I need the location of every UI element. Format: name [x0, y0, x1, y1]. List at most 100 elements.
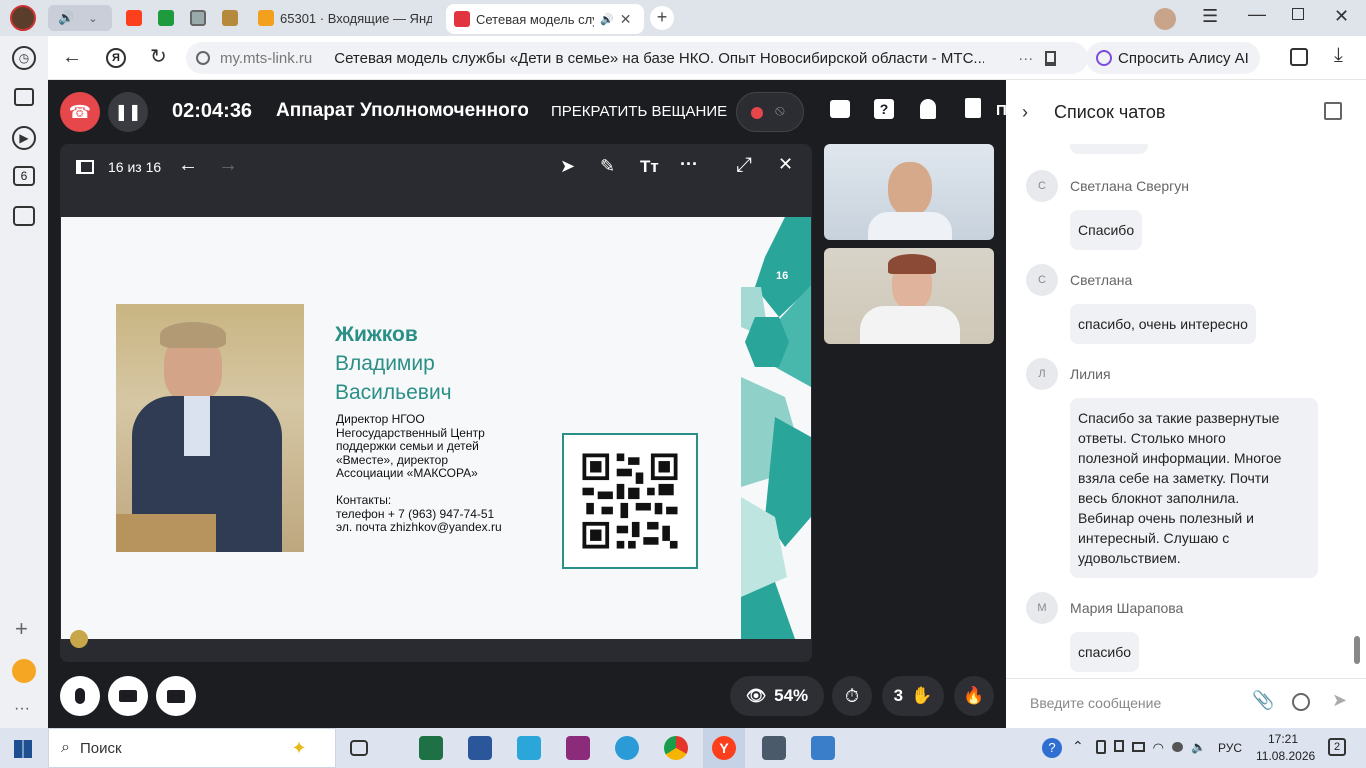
tab-pinned-2[interactable] [150, 4, 180, 32]
raised-hands[interactable]: 3 ✋ [882, 676, 944, 716]
windows-start-icon[interactable] [14, 740, 32, 758]
camera-button[interactable] [108, 676, 148, 716]
timer-button[interactable]: ⏱ [832, 676, 872, 716]
chevron-right-icon[interactable]: › [1022, 102, 1028, 123]
more-tools-icon[interactable]: ··· [680, 154, 698, 175]
more-dots-icon[interactable]: ··· [1018, 50, 1033, 67]
menu-icon[interactable]: ☰ [1202, 6, 1218, 27]
edge-icon[interactable] [615, 736, 639, 760]
reactions-button[interactable]: 🔥 [954, 676, 994, 716]
tab-audio-1[interactable]: 🔊 ⌄ [48, 5, 112, 31]
clock-date[interactable]: 11.08.2026 [1256, 749, 1315, 763]
chat-scrollbar[interactable] [1354, 636, 1360, 664]
tab-webinar[interactable]: Сетевая модель слу 🔊 ✕ [446, 4, 644, 34]
pointer-icon[interactable]: ➤ [560, 156, 575, 177]
taskbar-search[interactable]: ⌕ Поиск ✦ [48, 728, 336, 768]
tray-icons[interactable]: ◠ 🔈 [1096, 740, 1206, 756]
paperclip-icon[interactable]: 📎 [1252, 690, 1274, 711]
restore-icon[interactable] [1292, 8, 1304, 20]
ask-alisa-button[interactable]: Спросить Алису AI [1086, 42, 1260, 74]
tab-yandex[interactable] [118, 4, 148, 32]
chat-input-divider [1006, 678, 1366, 679]
notifications-button[interactable]: 2 [1328, 738, 1346, 756]
new-tab-button[interactable]: + [650, 6, 674, 30]
screen-share-button[interactable] [156, 676, 196, 716]
word-icon[interactable] [468, 736, 492, 760]
microphone-button[interactable] [60, 676, 100, 716]
send-icon[interactable]: ➤ [1332, 690, 1347, 711]
extensions-icon[interactable] [1290, 48, 1308, 66]
play-icon[interactable]: ▶ [12, 126, 36, 150]
calculator-icon[interactable] [762, 736, 786, 760]
close-slide-icon[interactable]: ✕ [778, 154, 793, 175]
prev-slide-icon[interactable]: ← [178, 154, 198, 177]
clock-time[interactable]: 17:21 [1268, 732, 1298, 746]
chrome-icon[interactable] [664, 736, 688, 760]
weather-app-icon[interactable] [517, 736, 541, 760]
video-tile-presenter-1[interactable] [824, 144, 994, 240]
archiver-icon[interactable] [566, 736, 590, 760]
close-window-icon[interactable]: ✕ [1334, 6, 1349, 27]
slide-counter: 16 из 16 [108, 159, 162, 175]
chat-header-title: Список чатов [1054, 102, 1166, 122]
webinar-top-bar: ☎ ❚❚ 02:04:36 Аппарат Уполномоченного ПР… [48, 80, 1007, 144]
chat-icon[interactable] [830, 100, 850, 118]
back-icon[interactable]: ← [62, 46, 82, 69]
tab-mail[interactable]: 65301 · Входящие — Янде [250, 4, 440, 32]
mail-panel-icon[interactable] [12, 659, 36, 683]
download-icon[interactable]: ⤓ [1334, 44, 1343, 67]
collections-icon[interactable] [14, 88, 34, 106]
tab-pinned-3[interactable] [182, 4, 212, 32]
message-text: интересный. Слушаю с [1078, 530, 1230, 546]
record-toggle[interactable]: ⦸ [736, 92, 804, 132]
yandex-y-icon[interactable]: Я [106, 48, 126, 68]
browser-side-panel: ◷ ▶ 6 + ··· [0, 36, 48, 728]
more-icon[interactable]: ··· [14, 700, 30, 718]
screenshot-icon[interactable] [13, 206, 35, 226]
sidebar-toggle-icon[interactable] [76, 160, 94, 174]
minimize-icon[interactable]: — [1248, 4, 1266, 25]
end-call-button[interactable]: ☎ [60, 92, 100, 132]
input-language[interactable]: РУС [1218, 741, 1242, 755]
message-text: удовольствием. [1078, 550, 1181, 566]
paint-icon[interactable] [811, 736, 835, 760]
next-slide-icon[interactable]: → [218, 154, 238, 177]
excel-icon[interactable] [419, 736, 443, 760]
viewers-attention[interactable]: 👁 54% [730, 676, 824, 716]
video-tile-presenter-2[interactable] [824, 248, 994, 344]
emoji-icon[interactable] [1292, 693, 1310, 711]
close-tab-icon[interactable]: ✕ [620, 11, 632, 28]
history-icon[interactable]: ◷ [12, 46, 36, 70]
fullscreen-icon[interactable]: ⤢ [736, 154, 752, 177]
text-tool-icon[interactable]: Tт [640, 157, 659, 177]
pause-button[interactable]: ❚❚ [108, 92, 148, 132]
address-bar[interactable]: my.mts-link.ru Сетевая модель службы «Де… [186, 42, 1088, 74]
slide-page-number: 16 [776, 270, 789, 282]
author-name: Светлана [1070, 272, 1133, 288]
desc-line: Директор НГОО [336, 412, 425, 426]
profile-avatar[interactable] [10, 5, 36, 31]
participants-icon[interactable] [920, 99, 936, 119]
yandex-browser-task[interactable]: Y [703, 728, 745, 768]
message-text: весь блокнот заполнила. [1078, 490, 1240, 506]
popout-icon[interactable] [1324, 102, 1342, 120]
reload-icon[interactable]: ↻ [150, 44, 167, 69]
rail-badge[interactable]: 6 [13, 166, 35, 186]
task-view-icon[interactable] [350, 740, 368, 756]
file-icon[interactable] [965, 98, 981, 118]
add-panel-icon[interactable]: + [15, 616, 28, 642]
message-input[interactable]: Введите сообщение [1030, 695, 1240, 711]
pencil-icon[interactable]: ✎ [600, 156, 615, 177]
help-icon[interactable]: ? [874, 99, 894, 119]
tab-pinned-4[interactable] [214, 4, 244, 32]
tab-webinar-label: Сетевая модель слу [476, 11, 594, 27]
stop-broadcast-button[interactable]: ПРЕКРАТИТЬ ВЕЩАНИЕ [551, 103, 727, 120]
message-bubble: Спасибо [1070, 210, 1143, 250]
help-tray-icon[interactable]: ? [1042, 738, 1062, 758]
webinar-stage: ☎ ❚❚ 02:04:36 Аппарат Уполномоченного ПР… [48, 80, 1007, 728]
tray-chevron-icon[interactable]: ⌃ [1072, 738, 1084, 755]
yandex-account-icon[interactable] [1154, 8, 1176, 30]
message-text: Вебинар очень полезный и [1078, 510, 1254, 526]
bookmark-icon[interactable] [1045, 50, 1057, 66]
address-domain: my.mts-link.ru [220, 49, 313, 67]
